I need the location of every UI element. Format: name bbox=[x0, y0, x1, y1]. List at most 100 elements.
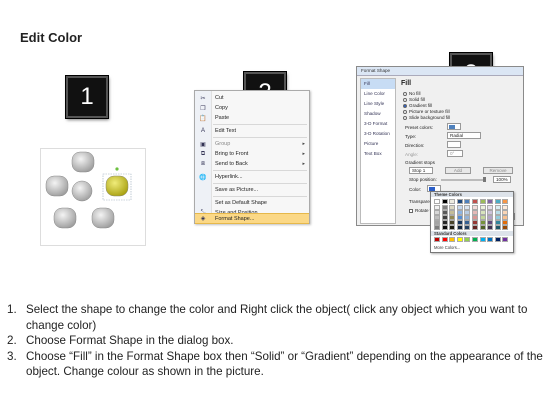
instruction-text: Select the shape to change the color and… bbox=[26, 303, 528, 332]
menu-item-send-to-back[interactable]: ⧈ Send to Back ▸ bbox=[195, 159, 309, 169]
add-stop-button[interactable]: Add bbox=[445, 167, 471, 174]
instruction-item: 3. Choose “Fill” in the Format Shape box … bbox=[7, 349, 552, 380]
color-swatch[interactable] bbox=[479, 237, 486, 242]
bring-front-icon: ⧉ bbox=[200, 150, 206, 157]
instruction-item: 1. Select the shape to change the color a… bbox=[7, 302, 552, 333]
shape-bottom-right[interactable] bbox=[91, 207, 115, 229]
menu-separator bbox=[213, 124, 307, 125]
remove-stop-button[interactable]: Remove bbox=[483, 167, 513, 174]
gradient-stop-select[interactable]: Stop 1 bbox=[409, 167, 433, 174]
color-swatch[interactable] bbox=[472, 199, 478, 204]
color-swatch[interactable] bbox=[487, 237, 494, 242]
menu-item-label: Set as Default Shape bbox=[215, 200, 267, 206]
instruction-item: 2. Choose Format Shape in the dialog box. bbox=[7, 333, 552, 349]
color-swatch[interactable] bbox=[494, 237, 501, 242]
instruction-text: Choose Format Shape in the dialog box. bbox=[26, 334, 234, 348]
stop-position-input[interactable]: 100% bbox=[493, 176, 511, 183]
paste-icon: 📋 bbox=[199, 115, 207, 122]
option-slide-background-fill[interactable]: Slide background fill bbox=[403, 115, 450, 120]
direction-dropdown[interactable] bbox=[447, 141, 461, 148]
color-swatch[interactable] bbox=[464, 199, 471, 204]
nav-text-box[interactable]: Text Box bbox=[361, 149, 395, 159]
menu-item-cut[interactable]: ✂ Cut bbox=[195, 93, 309, 103]
menu-item-label: Cut bbox=[215, 95, 224, 101]
menu-item-edit-text[interactable]: A Edit Text bbox=[195, 126, 309, 136]
option-label: Picture or texture fill bbox=[409, 109, 450, 114]
shape-center[interactable] bbox=[71, 180, 93, 202]
option-label: Slide background fill bbox=[409, 115, 451, 120]
option-picture-fill[interactable]: Picture or texture fill bbox=[403, 109, 450, 114]
menu-item-paste[interactable]: 📋 Paste bbox=[195, 113, 309, 123]
copy-icon: ❐ bbox=[200, 105, 206, 112]
color-swatch[interactable] bbox=[456, 225, 463, 230]
rotation-handle[interactable] bbox=[115, 167, 119, 171]
stop-position-slider[interactable] bbox=[441, 179, 485, 181]
shape-right-selected[interactable] bbox=[105, 175, 129, 197]
type-select[interactable]: Radial bbox=[447, 132, 481, 139]
instruction-number: 3. bbox=[7, 349, 17, 363]
nav-fill[interactable]: Fill bbox=[361, 79, 395, 89]
checkbox-icon bbox=[409, 208, 413, 213]
color-swatch[interactable] bbox=[441, 237, 448, 242]
more-colors-link[interactable]: More Colors... bbox=[434, 245, 460, 250]
menu-item-save-as-picture[interactable]: Save as Picture... bbox=[195, 185, 309, 195]
shape-bottom-left[interactable] bbox=[53, 207, 77, 229]
menu-item-group[interactable]: ▣ Group ▸ bbox=[195, 139, 309, 149]
color-swatch[interactable] bbox=[487, 199, 494, 204]
nav-shadow[interactable]: Shadow bbox=[361, 109, 395, 119]
option-label: Gradient fill bbox=[409, 103, 433, 108]
stop-position-label: Stop position: bbox=[409, 177, 437, 182]
menu-item-bring-to-front[interactable]: ⧉ Bring to Front ▸ bbox=[195, 149, 309, 159]
group-icon: ▣ bbox=[200, 141, 206, 148]
shape-top[interactable] bbox=[71, 151, 95, 173]
color-swatch[interactable] bbox=[502, 237, 509, 242]
nav-line-color[interactable]: Line Color bbox=[361, 89, 395, 99]
menu-separator bbox=[213, 196, 307, 197]
menu-item-format-shape[interactable]: ◈ Format Shape... bbox=[195, 213, 309, 224]
color-swatch[interactable] bbox=[487, 225, 494, 230]
color-swatch[interactable] bbox=[434, 237, 440, 242]
preset-colors-label: Preset colors: bbox=[405, 125, 434, 130]
color-swatch[interactable] bbox=[479, 225, 486, 230]
menu-item-copy[interactable]: ❐ Copy bbox=[195, 103, 309, 113]
color-swatch[interactable] bbox=[441, 199, 448, 204]
menu-item-set-default-shape[interactable]: Set as Default Shape bbox=[195, 198, 309, 208]
nav-picture[interactable]: Picture bbox=[361, 139, 395, 149]
menu-item-hyperlink[interactable]: 🌐 Hyperlink... bbox=[195, 172, 309, 182]
color-swatch[interactable] bbox=[464, 225, 471, 230]
color-swatch[interactable] bbox=[502, 199, 509, 204]
color-swatch[interactable] bbox=[449, 225, 456, 230]
color-swatch[interactable] bbox=[502, 225, 509, 230]
nav-line-style[interactable]: Line Style bbox=[361, 99, 395, 109]
color-swatch[interactable] bbox=[472, 237, 478, 242]
menu-separator bbox=[213, 137, 307, 138]
color-swatch[interactable] bbox=[494, 199, 501, 204]
submenu-arrow-icon: ▸ bbox=[302, 141, 305, 147]
option-solid-fill[interactable]: Solid fill bbox=[403, 97, 425, 102]
color-swatch[interactable] bbox=[456, 237, 463, 242]
color-swatch[interactable] bbox=[449, 237, 456, 242]
option-gradient-fill[interactable]: Gradient fill bbox=[403, 103, 432, 108]
menu-item-label: Edit Text bbox=[215, 128, 236, 134]
color-swatch[interactable] bbox=[479, 199, 486, 204]
color-swatch[interactable] bbox=[456, 199, 463, 204]
option-no-fill[interactable]: No fill bbox=[403, 91, 421, 96]
shape-left[interactable] bbox=[45, 175, 69, 197]
color-swatch[interactable] bbox=[494, 225, 501, 230]
color-swatch[interactable] bbox=[441, 225, 448, 230]
option-label: No fill bbox=[409, 91, 421, 96]
nav-3d-format[interactable]: 3-D Format bbox=[361, 119, 395, 129]
stop-position-knob[interactable] bbox=[483, 177, 486, 182]
color-swatch[interactable] bbox=[449, 199, 456, 204]
angle-input[interactable]: 0° bbox=[447, 150, 463, 157]
preset-colors-dropdown[interactable] bbox=[447, 123, 461, 130]
instructions-list: 1. Select the shape to change the color a… bbox=[7, 302, 552, 380]
color-swatch[interactable] bbox=[464, 237, 471, 242]
color-swatch[interactable] bbox=[434, 199, 440, 204]
color-swatch[interactable] bbox=[434, 225, 440, 230]
radio-icon bbox=[403, 91, 407, 96]
color-palette: Theme Colors Standard Colors More Colors… bbox=[430, 191, 514, 253]
shape-diagram-panel bbox=[40, 148, 146, 246]
color-swatch[interactable] bbox=[472, 225, 478, 230]
nav-3d-rotation[interactable]: 3-D Rotation bbox=[361, 129, 395, 139]
